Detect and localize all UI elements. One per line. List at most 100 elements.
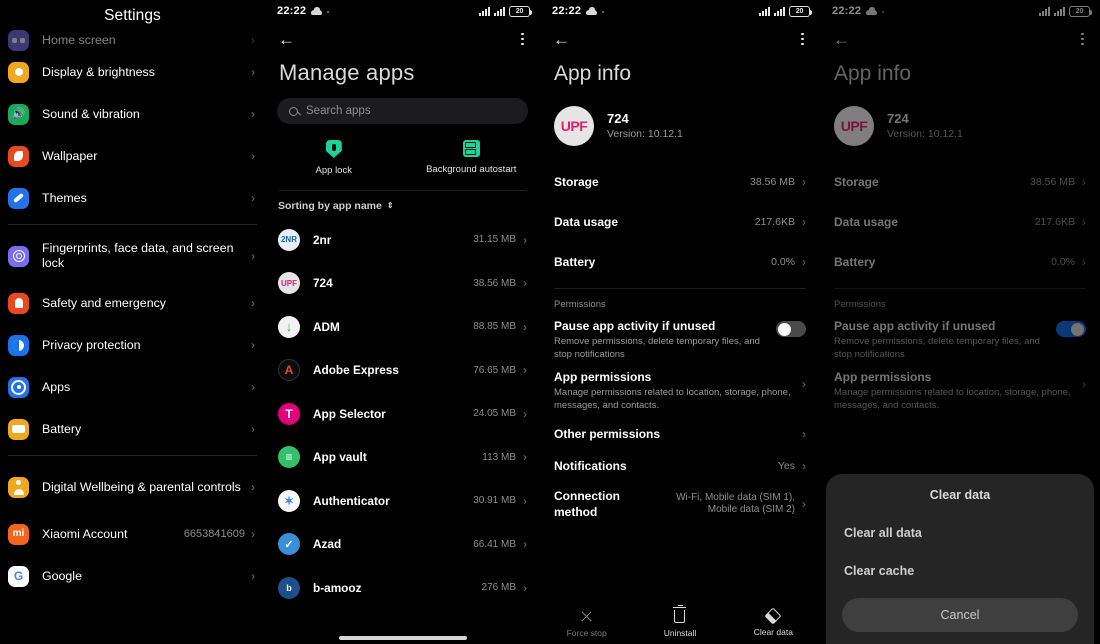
app-icon-724: UPF bbox=[278, 272, 300, 295]
sidebar-item-display-brightness[interactable]: Display & brightness › bbox=[0, 51, 265, 93]
list-item[interactable]: UPF 724 38.56 MB › bbox=[265, 262, 540, 306]
chevron-right-icon: › bbox=[802, 175, 806, 189]
app-name: App Selector bbox=[313, 406, 386, 421]
chevron-right-icon: › bbox=[523, 276, 527, 291]
row-text: App permissions Manage permissions relat… bbox=[554, 369, 802, 412]
chevron-right-icon: › bbox=[523, 493, 527, 508]
sidebar-item-label: Battery bbox=[42, 421, 82, 436]
row-label: Battery bbox=[554, 255, 596, 269]
list-item[interactable]: ↓ ADM 88.85 MB › bbox=[265, 305, 540, 349]
app-name: Authenticator bbox=[313, 493, 390, 508]
search-placeholder: Search apps bbox=[306, 105, 371, 117]
row-value: 217.6KB bbox=[754, 216, 795, 228]
search-input[interactable]: Search apps bbox=[277, 98, 528, 124]
clear-all-data-option[interactable]: Clear all data bbox=[826, 514, 1094, 552]
status-right: 20 bbox=[759, 5, 812, 17]
sidebar-item-label: Safety and emergency bbox=[42, 295, 166, 310]
row-label: Storage bbox=[554, 175, 599, 189]
app-name: ADM bbox=[313, 319, 340, 334]
uninstall-button[interactable]: Uninstall bbox=[633, 605, 726, 638]
sidebar-item-fingerprints[interactable]: Fingerprints, face data, and screen lock… bbox=[0, 230, 265, 282]
battery-level-text: 20 bbox=[515, 7, 524, 15]
sidebar-item-xiaomi-account[interactable]: mi Xiaomi Account 6653841609 › bbox=[0, 513, 265, 555]
action-label: Clear data bbox=[753, 627, 793, 637]
sidebar-item-battery[interactable]: Battery › bbox=[0, 408, 265, 450]
sidebar-item-privacy-protection[interactable]: Privacy protection › bbox=[0, 324, 265, 366]
app-list: 2NR 2nr 31.15 MB › UPF 724 38.56 MB › ↓ … bbox=[265, 218, 540, 610]
sidebar-item-google[interactable]: G Google › bbox=[0, 555, 265, 597]
back-arrow-icon[interactable]: ← bbox=[278, 31, 295, 48]
status-left: 22:22 bbox=[552, 5, 605, 17]
row-label: App permissions bbox=[554, 370, 652, 384]
themes-icon bbox=[8, 187, 29, 209]
app-name: b-amooz bbox=[313, 580, 362, 595]
chevron-right-icon: › bbox=[251, 107, 255, 121]
chevron-right-icon: › bbox=[802, 427, 806, 441]
sidebar-item-label: Display & brightness bbox=[42, 64, 155, 79]
app-info-panel: 22:22 20 ← App info UPF 724 Version: 10.… bbox=[540, 0, 820, 644]
sidebar-item-safety-emergency[interactable]: Safety and emergency › bbox=[0, 282, 265, 324]
battery-level-text: 20 bbox=[795, 7, 804, 15]
app-info-dialog-panel: 22:22 20 ← App info UPF 724 Version: 10.… bbox=[820, 0, 1100, 644]
cancel-button[interactable]: Cancel bbox=[842, 598, 1078, 632]
app-bar: ← bbox=[540, 22, 820, 56]
digital-wellbeing-icon bbox=[8, 476, 29, 498]
chevron-right-icon: › bbox=[251, 380, 255, 394]
settings-list: Home screen › Display & brightness › Sou… bbox=[0, 29, 265, 597]
row-connection-method[interactable]: Connection method Wi-Fi, Mobile data (SI… bbox=[540, 474, 820, 520]
clear-cache-option[interactable]: Clear cache bbox=[826, 552, 1094, 590]
shortcut-label: App lock bbox=[315, 165, 352, 176]
row-other-permissions[interactable]: Other permissions › bbox=[540, 412, 820, 442]
shortcut-app-lock[interactable]: App lock bbox=[265, 140, 403, 176]
app-name: App vault bbox=[313, 450, 367, 465]
xiaomi-account-icon: mi bbox=[8, 523, 29, 545]
list-item[interactable]: ✶ Authenticator 30.91 MB › bbox=[265, 479, 540, 523]
chevron-right-icon: › bbox=[251, 338, 255, 352]
background-autostart-icon bbox=[462, 140, 480, 157]
sidebar-item-themes[interactable]: Themes › bbox=[0, 177, 265, 219]
chevron-right-icon: › bbox=[523, 363, 527, 378]
dot-icon bbox=[327, 11, 330, 13]
row-notifications[interactable]: Notifications Yes › bbox=[540, 442, 820, 474]
sidebar-item-sound-vibration[interactable]: Sound & vibration › bbox=[0, 93, 265, 135]
list-item[interactable]: b b-amooz 276 MB › bbox=[265, 566, 540, 610]
back-arrow-icon[interactable]: ← bbox=[553, 31, 570, 48]
sort-control[interactable]: Sorting by app name ⇕ bbox=[265, 191, 540, 212]
privacy-protection-icon bbox=[8, 334, 29, 356]
settings-panel: Settings Home screen › Display & brightn… bbox=[0, 0, 265, 644]
force-stop-button[interactable]: Force stop bbox=[540, 610, 633, 638]
sidebar-item-digital-wellbeing[interactable]: Digital Wellbeing & parental controls › bbox=[0, 461, 265, 513]
sidebar-item-home-screen[interactable]: Home screen › bbox=[0, 29, 265, 51]
shortcut-background-autostart[interactable]: Background autostart bbox=[403, 140, 541, 176]
kebab-menu-icon[interactable] bbox=[798, 30, 807, 49]
app-name: Azad bbox=[313, 537, 342, 552]
row-label: Connection method bbox=[554, 489, 620, 519]
sidebar-item-wallpaper[interactable]: Wallpaper › bbox=[0, 135, 265, 177]
clear-data-eraser-icon bbox=[764, 607, 782, 625]
row-app-permissions[interactable]: App permissions Manage permissions relat… bbox=[540, 361, 820, 412]
status-bar: 22:22 20 bbox=[265, 0, 540, 22]
list-item[interactable]: ✓ Azad 66.41 MB › bbox=[265, 523, 540, 567]
battery-status-icon: 20 bbox=[509, 5, 532, 17]
sidebar-item-apps[interactable]: Apps › bbox=[0, 366, 265, 408]
row-data-usage[interactable]: Data usage 217.6KB › bbox=[554, 202, 806, 242]
clear-data-button[interactable]: Clear data bbox=[727, 607, 820, 638]
list-item[interactable]: ≡ App vault 113 MB › bbox=[265, 436, 540, 480]
kebab-menu-icon[interactable] bbox=[518, 30, 527, 49]
row-label: Other permissions bbox=[554, 427, 661, 441]
row-text: Pause app activity if unused Remove perm… bbox=[554, 318, 776, 361]
dot-icon bbox=[602, 11, 605, 13]
list-item[interactable]: T App Selector 24.05 MB › bbox=[265, 392, 540, 436]
row-battery[interactable]: Battery 0.0% › bbox=[554, 242, 806, 282]
pause-activity-toggle[interactable] bbox=[776, 321, 806, 337]
battery-icon bbox=[8, 418, 29, 440]
force-stop-x-icon bbox=[580, 610, 593, 623]
row-pause-app-activity[interactable]: Pause app activity if unused Remove perm… bbox=[540, 310, 820, 361]
row-storage[interactable]: Storage 38.56 MB › bbox=[554, 162, 806, 202]
apps-icon bbox=[8, 376, 29, 398]
chevron-right-icon: › bbox=[523, 580, 527, 595]
list-item[interactable]: 2NR 2nr 31.15 MB › bbox=[265, 218, 540, 262]
list-item[interactable]: A Adobe Express 76.65 MB › bbox=[265, 349, 540, 393]
sidebar-item-label: Themes bbox=[42, 190, 87, 205]
status-left: 22:22 bbox=[277, 5, 330, 17]
